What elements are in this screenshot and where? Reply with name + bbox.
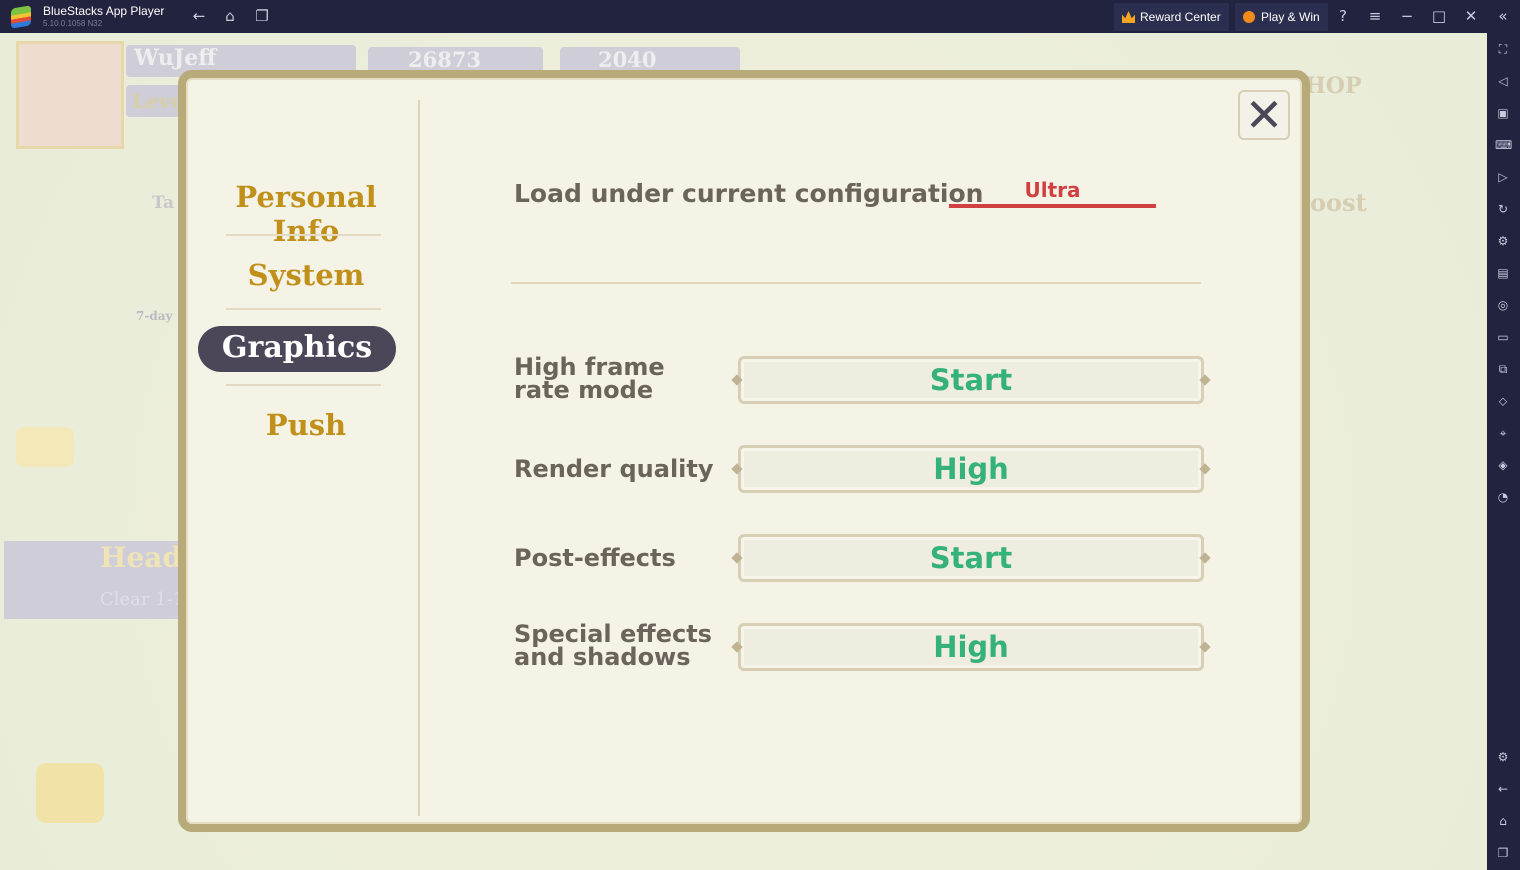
tab-graphics[interactable]: Graphics [198, 326, 396, 372]
high-frame-rate-label: High frame rate mode [514, 353, 665, 404]
reward-center-button[interactable]: Reward Center [1114, 3, 1229, 31]
quest-subtitle: Clear 1-1 [100, 589, 185, 610]
settings-icon[interactable]: ⚙ [1495, 749, 1511, 765]
player-level: Leve [132, 89, 184, 113]
performance-icon[interactable]: ◔ [1495, 489, 1511, 505]
nav-separator [226, 308, 381, 310]
play-win-label: Play & Win [1261, 10, 1320, 24]
render-quality-label: Render quality [514, 455, 714, 483]
reward-center-label: Reward Center [1140, 10, 1221, 24]
apk-install-icon[interactable]: ▤ [1495, 265, 1511, 281]
coins-count: 26873 [408, 47, 482, 72]
multi-instance-sync-icon[interactable]: ⧉ [1495, 361, 1511, 377]
gems-count: 2040 [598, 47, 657, 72]
section-divider [511, 282, 1201, 284]
screenshot-icon[interactable]: ◎ [1495, 297, 1511, 313]
high-frame-rate-button[interactable]: Start [738, 356, 1204, 404]
seven-day-label: 7-day [136, 309, 173, 323]
shop-label: HOP [1305, 73, 1362, 99]
back-icon[interactable]: ← [189, 6, 209, 26]
close-icon: ✕ [1244, 88, 1284, 142]
app-title: BlueStacks App Player [43, 4, 165, 18]
home-icon[interactable]: ⌂ [220, 6, 240, 26]
player-name: WuJeff [134, 45, 217, 71]
record-icon[interactable]: ▷ [1495, 169, 1511, 185]
play-win-button[interactable]: Play & Win [1235, 3, 1328, 31]
minimize-icon[interactable]: − [1397, 6, 1417, 26]
load-value: Ultra [949, 178, 1156, 208]
post-effects-label: Post-effects [514, 544, 676, 572]
bluestacks-logo [11, 5, 31, 29]
android-home-icon[interactable]: ⌂ [1495, 813, 1511, 829]
play-win-icon [1243, 11, 1255, 23]
tab-push[interactable]: Push [206, 408, 406, 442]
keyboard-icon[interactable]: ⌨ [1495, 137, 1512, 153]
menu-icon[interactable]: ≡ [1365, 6, 1385, 26]
nav-divider [418, 100, 420, 816]
close-window-icon[interactable]: ✕ [1461, 6, 1481, 26]
collapse-sidebar-icon[interactable]: « [1493, 6, 1513, 26]
boost-label: oost [1310, 188, 1367, 217]
app-version: 5.10.0.1058 N32 [43, 19, 103, 28]
layers-icon[interactable]: ◈ [1495, 457, 1511, 473]
tasks-label: Ta [152, 193, 175, 213]
game-controls-icon[interactable]: ⚙ [1495, 233, 1511, 249]
folder-icon[interactable]: ▭ [1495, 329, 1511, 345]
right-sidebar: ⛶ ◁ ▣ ⌨ ▷ ↻ ⚙ ▤ ◎ ▭ ⧉ ⬦ ⌖ ◈ ◔ ⚙ ← ⌂ ❐ [1487, 33, 1520, 870]
fullscreen-icon[interactable]: ⛶ [1495, 41, 1511, 57]
special-effects-button[interactable]: High [738, 623, 1204, 671]
player-avatar[interactable] [16, 41, 124, 149]
nav-separator [226, 234, 381, 236]
macro-icon[interactable]: ▣ [1495, 105, 1511, 121]
location-icon[interactable]: ⌖ [1495, 425, 1511, 441]
multi-instance-icon[interactable]: ❐ [252, 6, 272, 26]
close-dialog-button[interactable]: ✕ [1238, 90, 1290, 140]
eco-mode-icon[interactable]: ⬦ [1495, 393, 1511, 409]
backpack-icon[interactable] [36, 763, 104, 823]
title-bar: BlueStacks App Player 5.10.0.1058 N32 ← … [0, 0, 1520, 33]
maximize-icon[interactable]: □ [1429, 6, 1449, 26]
tab-personal-info[interactable]: Personal Info [206, 180, 406, 248]
tab-system[interactable]: System [206, 258, 406, 292]
recent-apps-icon[interactable]: ❐ [1495, 845, 1511, 861]
help-icon[interactable]: ? [1333, 6, 1353, 26]
render-quality-button[interactable]: High [738, 445, 1204, 493]
settings-dialog: Personal Info System Graphics Push Load … [178, 70, 1310, 832]
load-label: Load under current configuration [514, 179, 984, 208]
android-back-icon[interactable]: ← [1495, 781, 1511, 797]
volume-mute-icon[interactable]: ◁ [1495, 73, 1511, 89]
special-effects-label: Special effects and shadows [514, 620, 712, 671]
crown-icon [1122, 11, 1135, 23]
nav-separator [226, 384, 381, 386]
rotate-icon[interactable]: ↻ [1495, 201, 1511, 217]
post-effects-button[interactable]: Start [738, 534, 1204, 582]
chat-icon[interactable] [16, 427, 74, 467]
